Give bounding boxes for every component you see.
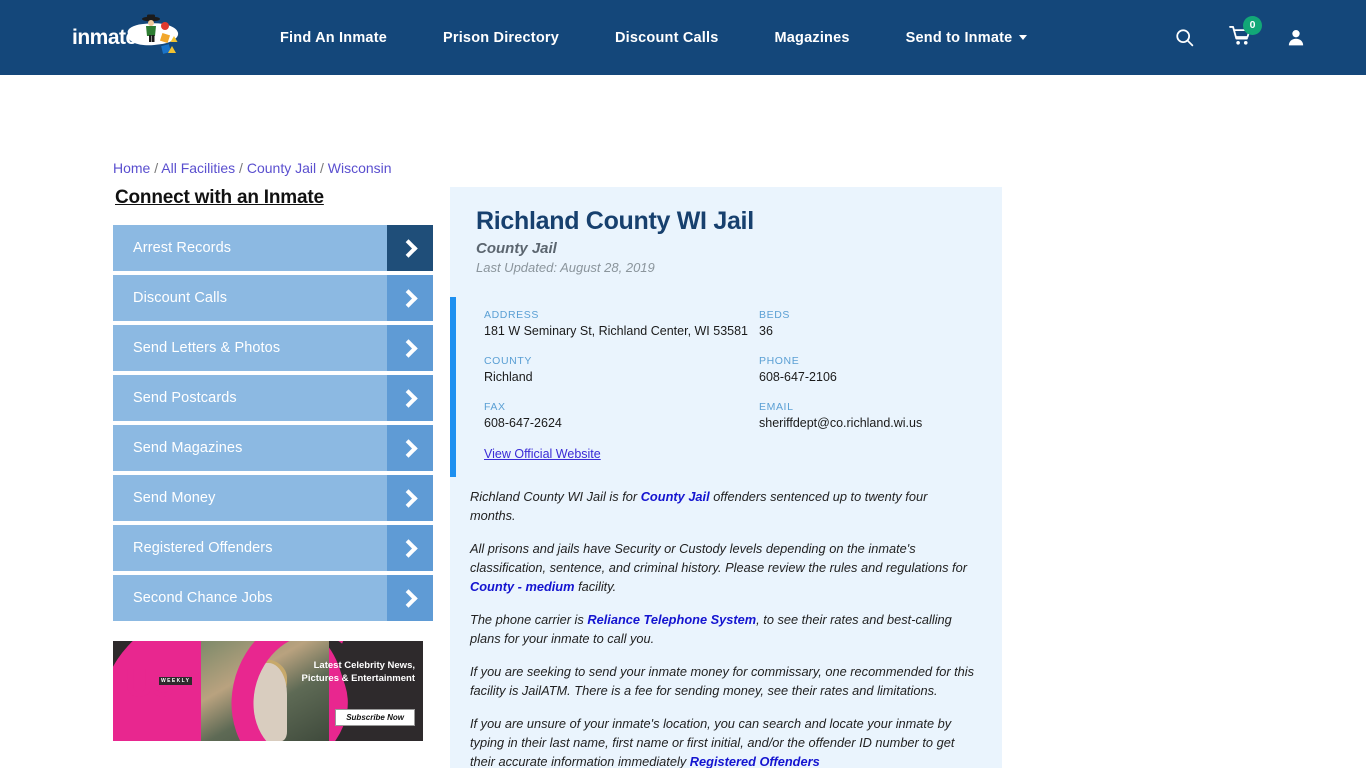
main-navigation: Find An Inmate Prison Directory Discount… [252, 30, 1055, 46]
nav-label: Send to Inmate [905, 29, 1013, 46]
desc-text: The phone carrier is [470, 612, 588, 627]
detail-label: FAX [484, 401, 506, 413]
breadcrumb-separator: / [150, 160, 162, 176]
sidebar-item-label: Discount Calls [133, 290, 228, 306]
detail-value: 608-647-2624 [484, 416, 562, 430]
link-county-medium[interactable]: County - medium [470, 579, 575, 594]
breadcrumb-separator: / [316, 160, 328, 176]
breadcrumb: Home / All Facilities / County Jail / Wi… [113, 160, 392, 176]
advertisement-banner[interactable]: Us WEEKLY Latest Celebrity News, Picture… [113, 641, 423, 741]
nav-label: Find An Inmate [280, 29, 387, 46]
facility-details-block: ADDRESS 181 W Seminary St, Richland Cent… [450, 297, 1002, 477]
ad-brand-sublabel: WEEKLY [159, 677, 193, 685]
detail-label: COUNTY [484, 355, 532, 367]
sidebar-item-label: Send Magazines [133, 440, 243, 456]
facility-header: Richland County WI Jail County Jail Last… [450, 187, 1002, 285]
sidebar-item-label: Send Letters & Photos [133, 340, 281, 356]
sidebar-item-send-postcards[interactable]: Send Postcards [113, 375, 433, 421]
detail-address: ADDRESS 181 W Seminary St, Richland Cent… [484, 309, 759, 339]
sidebar-title: Connect with an Inmate [115, 187, 324, 208]
detail-label: ADDRESS [484, 309, 539, 321]
detail-label: PHONE [759, 355, 800, 367]
breadcrumb-item-county-jail[interactable]: County Jail [247, 160, 316, 176]
sidebar-item-discount-calls[interactable]: Discount Calls [113, 275, 433, 321]
cart-count-badge: 0 [1243, 15, 1262, 35]
logo-wordmark: inmate [72, 26, 137, 49]
description-paragraph-2: All prisons and jails have Security or C… [470, 539, 976, 596]
detail-value: 608-647-2106 [759, 370, 837, 384]
search-icon[interactable] [1174, 27, 1195, 48]
sidebar-item-label: Second Chance Jobs [133, 590, 273, 606]
chevron-right-icon [387, 575, 433, 621]
chevron-right-icon [387, 275, 433, 321]
detail-email: EMAIL sheriffdept@co.richland.wi.us [759, 401, 976, 431]
link-county-jail[interactable]: County Jail [641, 489, 710, 504]
desc-text: Richland County WI Jail is for [470, 489, 641, 504]
nav-item-find-an-inmate[interactable]: Find An Inmate [252, 30, 415, 46]
chevron-right-icon [387, 525, 433, 571]
description-paragraph-3: The phone carrier is Reliance Telephone … [470, 610, 976, 648]
nav-item-prison-directory[interactable]: Prison Directory [415, 30, 587, 46]
detail-county: COUNTY Richland [484, 355, 759, 385]
detail-phone: PHONE 608-647-2106 [759, 355, 976, 385]
page-title: Richland County WI Jail [476, 207, 754, 235]
facility-details-grid: ADDRESS 181 W Seminary St, Richland Cent… [484, 309, 976, 431]
link-reliance-telephone-system[interactable]: Reliance Telephone System [587, 612, 756, 627]
sidebar-item-label: Registered Offenders [133, 540, 273, 556]
cart-icon[interactable]: 0 [1229, 15, 1262, 51]
breadcrumb-item-home[interactable]: Home [113, 160, 150, 176]
sidebar-item-second-chance-jobs[interactable]: Second Chance Jobs [113, 575, 433, 621]
detail-label: EMAIL [759, 401, 794, 413]
sidebar-item-send-money[interactable]: Send Money [113, 475, 433, 521]
breadcrumb-separator: / [235, 160, 247, 176]
sidebar-item-label: Arrest Records [133, 240, 232, 256]
breadcrumb-item-wisconsin[interactable]: Wisconsin [328, 160, 392, 176]
nav-label: Magazines [774, 29, 850, 46]
detail-label: BEDS [759, 309, 790, 321]
chevron-down-icon [1019, 35, 1028, 41]
last-updated: Last Updated: August 28, 2019 [476, 260, 655, 275]
sidebar-item-send-letters-photos[interactable]: Send Letters & Photos [113, 325, 433, 371]
chevron-right-icon [387, 475, 433, 521]
site-header: inmate AID Find An Inmate Prison Directo… [0, 0, 1366, 75]
nav-label: Discount Calls [615, 29, 719, 46]
ad-subscribe-button[interactable]: Subscribe Now [335, 709, 415, 726]
desc-text: All prisons and jails have Security or C… [470, 541, 967, 575]
sidebar-item-arrest-records[interactable]: Arrest Records [113, 225, 433, 271]
sidebar-item-send-magazines[interactable]: Send Magazines [113, 425, 433, 471]
ad-copy-text: Latest Celebrity News, Pictures & Entert… [301, 660, 416, 684]
nav-item-discount-calls[interactable]: Discount Calls [587, 30, 747, 46]
description-paragraph-5: If you are unsure of your inmate's locat… [470, 714, 976, 768]
user-icon[interactable] [1286, 27, 1306, 48]
site-logo[interactable]: inmate AID [72, 14, 190, 60]
description-paragraph-1: Richland County WI Jail is for County Ja… [470, 487, 976, 525]
detail-beds: BEDS 36 [759, 309, 976, 339]
link-registered-offenders[interactable]: Registered Offenders [690, 754, 820, 768]
nav-item-send-to-inmate[interactable]: Send to Inmate [878, 30, 1056, 46]
sidebar-item-registered-offenders[interactable]: Registered Offenders [113, 525, 433, 571]
detail-fax: FAX 608-647-2624 [484, 401, 759, 431]
facility-description: Richland County WI Jail is for County Ja… [450, 477, 1002, 768]
breadcrumb-item-all-facilities[interactable]: All Facilities [161, 160, 235, 176]
sidebar-item-label: Send Postcards [133, 390, 237, 406]
nav-label: Prison Directory [442, 29, 559, 46]
chevron-right-icon [387, 375, 433, 421]
description-paragraph-4: If you are seeking to send your inmate m… [470, 664, 975, 698]
desc-text: facility. [574, 579, 617, 594]
view-official-website-link[interactable]: View Official Website [484, 447, 601, 461]
sidebar: Connect with an Inmate Arrest Records Di… [113, 187, 433, 625]
chevron-right-icon [387, 225, 433, 271]
chevron-right-icon [387, 425, 433, 471]
chevron-right-icon [387, 325, 433, 371]
facility-panel: Richland County WI Jail County Jail Last… [450, 187, 1002, 768]
detail-value: sheriffdept@co.richland.wi.us [759, 416, 923, 430]
nav-item-magazines[interactable]: Magazines [747, 30, 878, 46]
facility-type: County Jail [476, 240, 557, 257]
detail-value: Richland [484, 370, 533, 384]
sidebar-item-label: Send Money [133, 490, 216, 506]
header-icon-group: 0 [1174, 0, 1306, 75]
detail-value: 181 W Seminary St, Richland Center, WI 5… [484, 324, 749, 338]
logo-confetti-icon [159, 21, 178, 54]
detail-value: 36 [759, 324, 773, 338]
